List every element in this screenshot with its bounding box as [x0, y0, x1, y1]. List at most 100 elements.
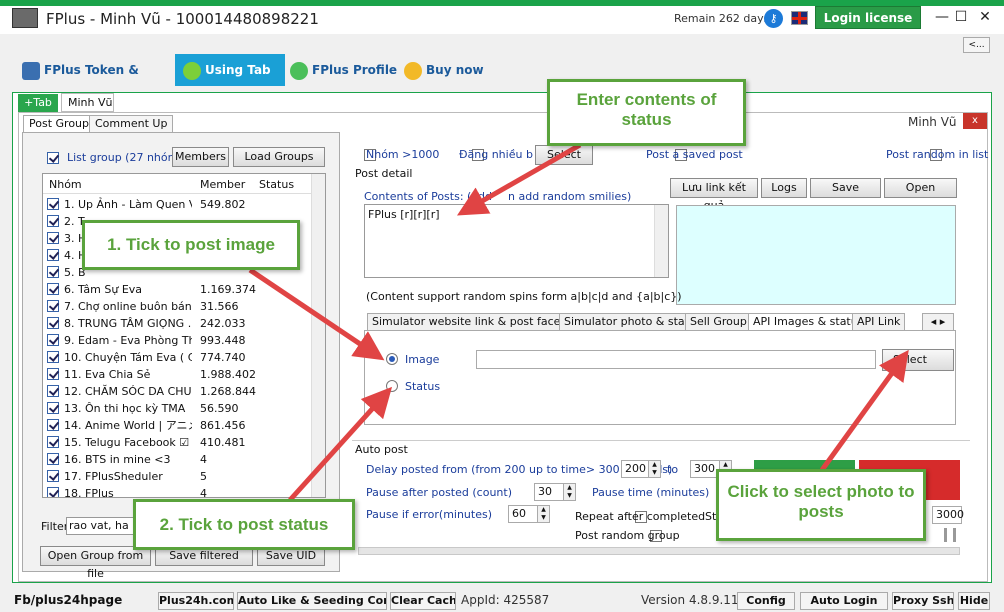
- table-row[interactable]: 12. CHĂM SÓC DA CHU... 1.268.844: [43, 383, 313, 400]
- table-row[interactable]: 16. BTS in mine <3 4: [43, 451, 313, 468]
- select-photo-button[interactable]: Select photo: [882, 349, 954, 371]
- app-id-label: AppId: 425587: [461, 593, 550, 607]
- pause-icon[interactable]: [944, 528, 956, 542]
- tab-buy-now[interactable]: Buy now: [404, 54, 494, 86]
- table-row[interactable]: 13. Ôn thi học kỳ TMA 56.590: [43, 400, 313, 417]
- spinner-arrows-icon[interactable]: ▲▼: [563, 484, 575, 500]
- row-checkbox[interactable]: [47, 300, 59, 312]
- logs-button[interactable]: Logs: [761, 178, 807, 198]
- row-checkbox[interactable]: [47, 283, 59, 295]
- clear-cache-button[interactable]: Clear Cache: [390, 592, 456, 610]
- load-groups-button[interactable]: Load Groups: [233, 147, 325, 167]
- row-checkbox[interactable]: [47, 249, 59, 261]
- column-member[interactable]: Member: [200, 178, 245, 191]
- uk-flag-icon[interactable]: [791, 11, 808, 25]
- group-table-scrollbar[interactable]: [311, 174, 325, 497]
- table-row[interactable]: 15. Telugu Facebook ☑ 410.481: [43, 434, 313, 451]
- table-row[interactable]: 14. Anime World | アニメ... 861.456: [43, 417, 313, 434]
- row-checkbox[interactable]: [47, 402, 59, 414]
- row-checkbox[interactable]: [47, 266, 59, 278]
- auto-like-seeding-button[interactable]: Auto Like & Seeding Com...: [237, 592, 387, 610]
- save-result-link-button[interactable]: Lưu link kết quả: [670, 178, 758, 212]
- delay-from-spinner[interactable]: 200 ▲ ▼: [621, 460, 661, 478]
- group-member-count: 4: [200, 487, 207, 498]
- tab-using-tab[interactable]: Using Tab: [175, 54, 285, 86]
- row-checkbox[interactable]: [47, 470, 59, 482]
- save-button[interactable]: Save: [810, 178, 881, 198]
- group-name: 16. BTS in mine <3: [64, 453, 171, 466]
- close-window-button[interactable]: ✕: [975, 8, 995, 26]
- tab-fplus-profile[interactable]: FPlus Profile: [290, 54, 400, 86]
- members-button[interactable]: Members: [172, 147, 229, 167]
- close-panel-button[interactable]: x: [963, 113, 987, 129]
- result-log-box: [676, 205, 956, 305]
- table-row[interactable]: 10. Chuyện Tám Eva ( C... 774.740: [43, 349, 313, 366]
- tab-scroll-arrows[interactable]: ◂ ▸: [922, 313, 954, 331]
- table-row[interactable]: 7. Chợ online buôn bán r... 31.566: [43, 298, 313, 315]
- collapse-button[interactable]: <...: [963, 37, 990, 53]
- post-random-label: Post random in list: [886, 148, 989, 161]
- plus24h-link[interactable]: Plus24h.com: [158, 592, 234, 610]
- table-row[interactable]: 8. TRUNG TÂM GIỌNG ... 242.033: [43, 315, 313, 332]
- tab-api-images-status[interactable]: API Images & status: [748, 313, 869, 331]
- table-row[interactable]: 9. Edam - Eva Phòng Th... 993.448: [43, 332, 313, 349]
- filter-input[interactable]: rao vat, ha no: [66, 517, 140, 535]
- row-checkbox[interactable]: [47, 487, 59, 497]
- table-row[interactable]: 6. Tâm Sự Eva 1.169.374: [43, 281, 313, 298]
- config-button[interactable]: Config: [737, 592, 795, 610]
- row-checkbox[interactable]: [47, 436, 59, 448]
- add-tab-button[interactable]: +Tab: [18, 94, 58, 112]
- pause-error-spinner[interactable]: 60 ▲ ▼: [508, 505, 550, 523]
- spinner-arrows-icon[interactable]: ▲▼: [537, 506, 549, 522]
- row-checkbox[interactable]: [47, 215, 59, 227]
- group-name: 6. Tâm Sự Eva: [64, 283, 143, 296]
- row-checkbox[interactable]: [47, 368, 59, 380]
- row-checkbox[interactable]: [47, 198, 59, 210]
- select-button[interactable]: Select: [535, 145, 593, 165]
- row-checkbox[interactable]: [47, 317, 59, 329]
- hide-button[interactable]: Hide: [958, 592, 990, 610]
- login-license-button[interactable]: Login license: [815, 6, 921, 29]
- image-path-input[interactable]: [476, 350, 876, 369]
- column-nhom[interactable]: Nhóm: [49, 178, 82, 191]
- pause-time-label: Pause time (minutes): [592, 486, 710, 499]
- count-field[interactable]: 3000: [932, 506, 964, 524]
- open-button[interactable]: Open: [884, 178, 957, 198]
- row-checkbox[interactable]: [47, 419, 59, 431]
- group-name: 15. Telugu Facebook ☑: [64, 436, 190, 449]
- textarea-scrollbar[interactable]: [654, 205, 668, 277]
- image-radio[interactable]: [386, 353, 398, 365]
- list-group-checkbox[interactable]: [47, 152, 59, 164]
- minimize-button[interactable]: —: [932, 8, 952, 26]
- table-header: Nhóm Member Status: [43, 174, 313, 194]
- callout-enter-contents: Enter contents of status: [547, 79, 746, 146]
- table-row[interactable]: 1. Up Ảnh - Làm Quen V... 549.802: [43, 196, 313, 213]
- spinner-arrows-icon[interactable]: ▲▼: [648, 461, 660, 477]
- tab-post-group[interactable]: Post Group: [23, 115, 96, 133]
- post-content-textarea[interactable]: FPlus [r][r][r]: [364, 204, 669, 278]
- account-tab-minh-vu[interactable]: Minh Vũ: [61, 93, 114, 112]
- repeat-label: Repeat after completed: [575, 510, 706, 523]
- tab-sell-group[interactable]: Sell Group: [685, 313, 752, 331]
- tab-fplus-token-cookie[interactable]: FPlus Token & Cookie: [22, 54, 172, 109]
- tab-comment-up[interactable]: Comment Up: [89, 115, 174, 133]
- table-row[interactable]: 18. FPlus 4: [43, 485, 313, 498]
- maximize-button[interactable]: ☐: [951, 8, 971, 26]
- key-icon[interactable]: ⚷: [764, 9, 783, 28]
- table-row[interactable]: 11. Eva Chia Sẻ 1.988.402: [43, 366, 313, 383]
- group-member-count: 1.169.374: [200, 283, 256, 296]
- status-radio[interactable]: [386, 380, 398, 392]
- pause-after-spinner[interactable]: 30 ▲ ▼: [534, 483, 576, 501]
- proxy-ssh-button[interactable]: Proxy Ssh: [892, 592, 954, 610]
- tab-api-link[interactable]: API Link: [852, 313, 906, 331]
- row-checkbox[interactable]: [47, 232, 59, 244]
- row-checkbox[interactable]: [47, 453, 59, 465]
- row-checkbox[interactable]: [47, 334, 59, 346]
- row-checkbox[interactable]: [47, 385, 59, 397]
- contents-label-tail: n add random smilies): [508, 190, 632, 203]
- row-checkbox[interactable]: [47, 351, 59, 363]
- auto-login-button[interactable]: Auto Login: [800, 592, 888, 610]
- table-row[interactable]: 17. FPlusSheduler 5: [43, 468, 313, 485]
- column-status[interactable]: Status: [259, 178, 294, 191]
- tab-label: Using Tab: [205, 63, 271, 77]
